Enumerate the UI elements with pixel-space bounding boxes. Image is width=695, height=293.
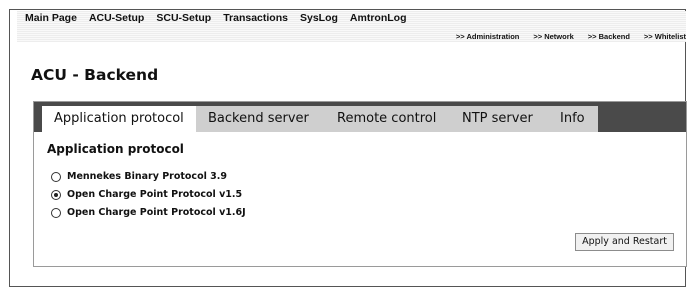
radio-button[interactable]: [51, 171, 61, 182]
page-title: ACU - Backend: [31, 66, 159, 84]
protocol-option-ocpp-15[interactable]: Open Charge Point Protocol v1.5: [51, 189, 242, 200]
menu-transactions[interactable]: Transactions: [223, 12, 288, 24]
tab-remote-control[interactable]: Remote control: [325, 106, 450, 132]
menu-main-page[interactable]: Main Page: [25, 12, 77, 24]
protocol-option-label: Mennekes Binary Protocol 3.9: [67, 171, 227, 182]
main-menu: Main Page ACU-Setup SCU-Setup Transactio…: [25, 12, 407, 24]
tab-bar: Application protocol Backend server Remo…: [34, 102, 686, 132]
tab-ntp-server[interactable]: NTP server: [450, 106, 548, 132]
settings-panel: Application protocol Backend server Remo…: [33, 101, 687, 267]
submenu-network[interactable]: >> Network: [533, 32, 573, 41]
radio-button-selected[interactable]: [51, 189, 61, 200]
submenu-administration[interactable]: >> Administration: [456, 32, 519, 41]
protocol-option-ocpp-16j[interactable]: Open Charge Point Protocol v1.6J: [51, 207, 246, 218]
protocol-option-mennekes[interactable]: Mennekes Binary Protocol 3.9: [51, 171, 227, 182]
menu-amtronlog[interactable]: AmtronLog: [350, 12, 407, 24]
section-title: Application protocol: [47, 142, 184, 156]
tab-info[interactable]: Info: [548, 106, 598, 132]
tab-backend-server[interactable]: Backend server: [196, 106, 325, 132]
menu-syslog[interactable]: SysLog: [300, 12, 338, 24]
submenu-whitelist[interactable]: >> Whitelist: [644, 32, 686, 41]
sub-menu: >> Administration >> Network >> Backend …: [456, 32, 686, 41]
radio-button[interactable]: [51, 207, 61, 218]
menu-scu-setup[interactable]: SCU-Setup: [156, 12, 211, 24]
submenu-backend[interactable]: >> Backend: [588, 32, 630, 41]
protocol-option-label: Open Charge Point Protocol v1.6J: [67, 207, 246, 218]
apply-and-restart-button[interactable]: Apply and Restart: [575, 233, 674, 251]
protocol-option-label: Open Charge Point Protocol v1.5: [67, 189, 243, 200]
menu-acu-setup[interactable]: ACU-Setup: [89, 12, 144, 24]
tab-application-protocol[interactable]: Application protocol: [42, 106, 196, 132]
